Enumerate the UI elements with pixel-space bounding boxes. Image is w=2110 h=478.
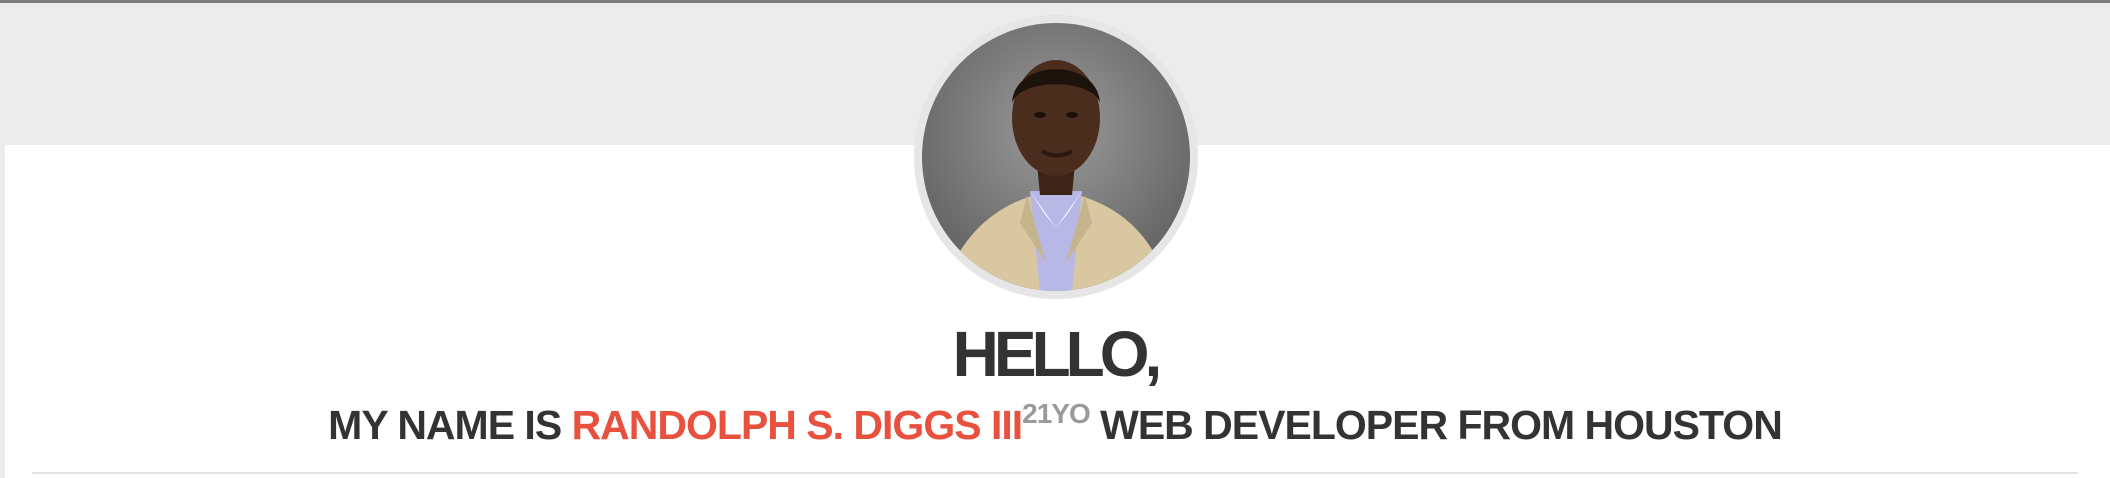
intro-prefix: MY NAME IS (328, 402, 562, 448)
greeting-heading: HELLO, (952, 318, 1163, 390)
developer-name: RANDOLPH S. DIGGS III (571, 402, 1024, 448)
profile-photo-icon (922, 23, 1190, 291)
avatar (922, 23, 1190, 291)
intro-line: MY NAME IS RANDOLPH S. DIGGS III21YO WEB… (0, 398, 2110, 457)
age-superscript: 21YO (1022, 398, 1091, 429)
page: HELLO, MY NAME IS RANDOLPH S. DIGGS III2… (0, 0, 2110, 478)
section-divider (32, 472, 2078, 474)
intro-suffix: WEB DEVELOPER FROM HOUSTON (1100, 402, 1783, 448)
